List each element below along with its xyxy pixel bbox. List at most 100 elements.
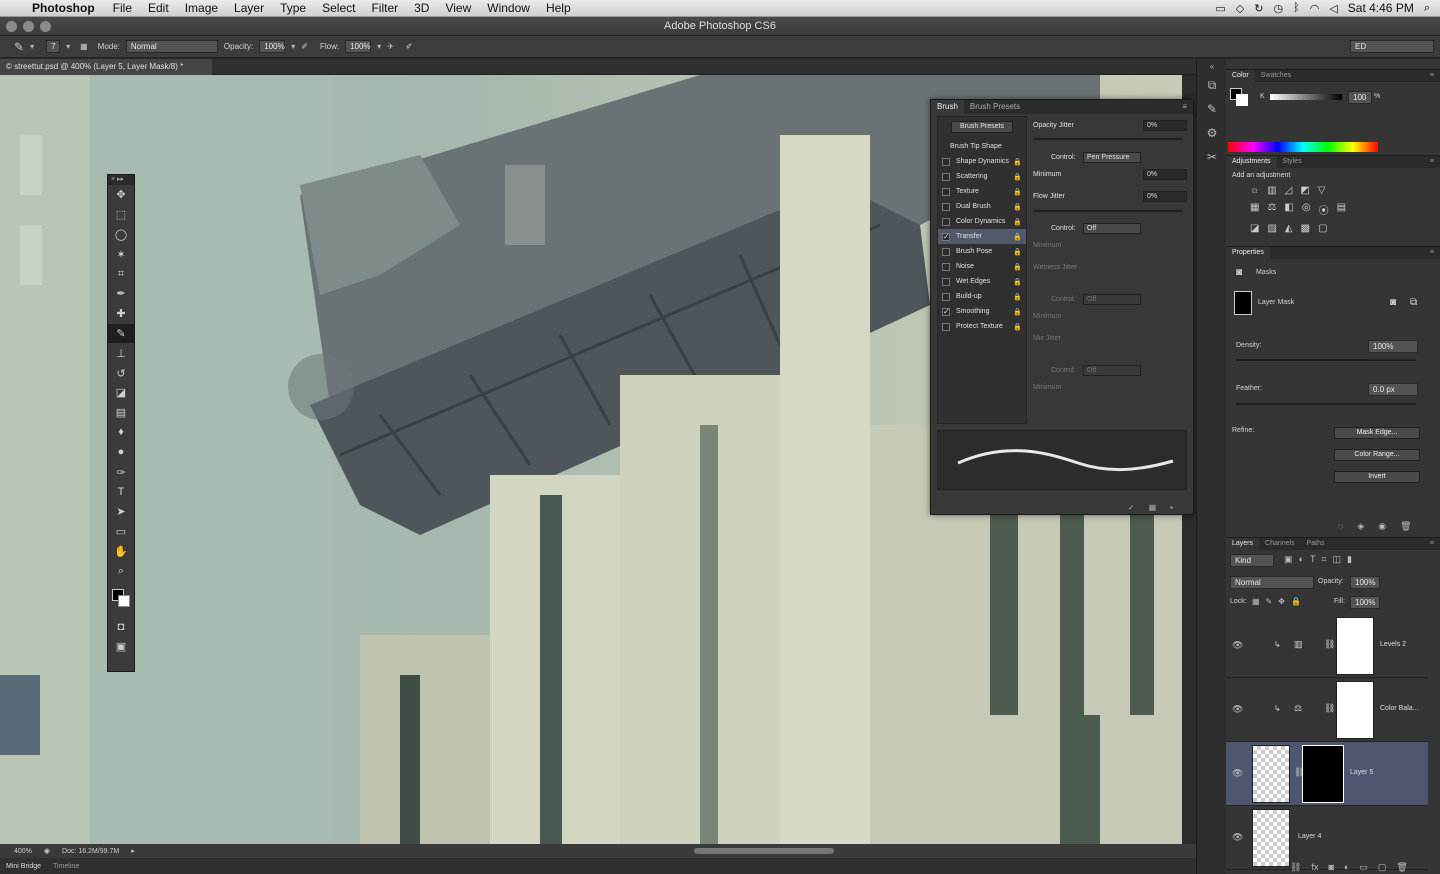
pressure-size-icon[interactable]: ✐	[406, 42, 413, 51]
pen-tool-icon[interactable]: ✑	[108, 462, 134, 482]
control-select-2[interactable]: Off	[1083, 223, 1141, 234]
delete-layer-icon[interactable]: 🗑	[1396, 862, 1407, 873]
tab-mini-bridge[interactable]: Mini Bridge	[6, 863, 41, 870]
move-tool-icon[interactable]: ✥	[108, 185, 134, 205]
blur-tool-icon[interactable]: ♦	[108, 423, 134, 443]
checkbox[interactable]: ✓	[942, 232, 950, 241]
color-range-button[interactable]: Color Range...	[1334, 449, 1420, 461]
brush-option-smoothing[interactable]: ✓ Smoothing 🔒	[938, 304, 1026, 319]
layer-name[interactable]: Layer 4	[1298, 833, 1321, 840]
checkbox[interactable]	[942, 187, 950, 196]
exposure-icon[interactable]: ◩	[1300, 185, 1309, 196]
brush-tool-icon[interactable]: ✎	[14, 40, 24, 54]
magic-wand-tool-icon[interactable]: ✶	[108, 244, 134, 264]
toggle-live-tip-icon[interactable]: ✓	[1128, 503, 1135, 512]
lock-icon[interactable]: 🔒	[1013, 218, 1022, 226]
flow-slider-arrow-icon[interactable]: ▾	[377, 42, 381, 51]
control-select-1[interactable]: Pen Pressure	[1083, 152, 1141, 163]
mask-edge-button[interactable]: Mask Edge...	[1334, 427, 1420, 439]
curves-icon[interactable]: ◿	[1285, 185, 1293, 196]
checkbox[interactable]	[942, 277, 950, 286]
flow-jitter-field[interactable]: 0%	[1143, 191, 1187, 202]
brush-panel-toggle-icon[interactable]: ▦	[80, 42, 88, 51]
menu-help[interactable]: Help	[538, 1, 579, 15]
lock-icon[interactable]: 🔒	[1013, 173, 1022, 181]
color-balance-mask-thumbnail[interactable]	[1336, 681, 1374, 739]
tools-panel-header[interactable]: × ▸▸	[108, 175, 134, 185]
threshold-icon[interactable]: ◭	[1285, 223, 1293, 234]
layer-style-icon[interactable]: fx	[1311, 862, 1318, 873]
brush-option-brush-pose[interactable]: Brush Pose 🔒	[938, 244, 1026, 259]
screen-icon[interactable]: ▭	[1215, 2, 1225, 15]
layer-row-color-balance[interactable]: 👁 ↳ ⚖ ⛓ Color Bala...	[1226, 678, 1428, 742]
horizontal-scrollbar-thumb[interactable]	[694, 848, 834, 854]
blend-mode-select[interactable]: Normal	[1230, 576, 1314, 589]
menu-image[interactable]: Image	[177, 1, 226, 15]
tab-layers[interactable]: Layers	[1226, 538, 1260, 550]
lock-icon[interactable]: 🔒	[1013, 308, 1022, 316]
lock-icon[interactable]: 🔒	[1013, 323, 1022, 331]
brush-panel-icon[interactable]: ✎	[1197, 97, 1227, 121]
invert-icon[interactable]: ◪	[1250, 223, 1259, 234]
lock-icon[interactable]: 🔒	[1013, 263, 1022, 271]
color-panel-menu-icon[interactable]: ≡	[1424, 70, 1440, 82]
levels-mask-thumbnail[interactable]	[1336, 617, 1374, 675]
feather-field[interactable]: 0.0 px	[1368, 383, 1418, 396]
sync-icon[interactable]: ↻	[1254, 2, 1263, 15]
tab-brush-presets[interactable]: Brush Presets	[964, 100, 1026, 114]
link-icon[interactable]: ⛓	[1324, 703, 1335, 714]
brush-option-noise[interactable]: Noise 🔒	[938, 259, 1026, 274]
workspace-select[interactable]: ED	[1350, 40, 1434, 53]
channel-mixer-icon[interactable]: ⦿	[1319, 202, 1329, 217]
eraser-tool-icon[interactable]: ◪	[108, 383, 134, 403]
tool-presets-icon[interactable]: ⚙	[1197, 121, 1227, 145]
mode-select[interactable]: Normal	[125, 40, 218, 53]
lock-icon[interactable]: 🔒	[1013, 293, 1022, 301]
color-spectrum-bar[interactable]	[1228, 142, 1378, 152]
brightness-contrast-icon[interactable]: ☼	[1250, 185, 1259, 196]
menu-filter[interactable]: Filter	[363, 1, 406, 15]
opacity-jitter-field[interactable]: 0%	[1143, 120, 1187, 131]
visibility-eye-icon[interactable]: 👁	[1232, 768, 1243, 779]
menu-file[interactable]: File	[105, 1, 140, 15]
gradient-tool-icon[interactable]: ▤	[108, 403, 134, 423]
lock-icon[interactable]: 🔒	[1013, 233, 1022, 241]
healing-brush-tool-icon[interactable]: ✚	[108, 304, 134, 324]
layer-name[interactable]: Levels 2	[1380, 641, 1406, 648]
brush-option-color-dynamics[interactable]: Color Dynamics 🔒	[938, 214, 1026, 229]
menu-window[interactable]: Window	[479, 1, 538, 15]
fill-field[interactable]: 100%	[1350, 596, 1380, 609]
new-brush-icon[interactable]: ▪	[1170, 503, 1173, 512]
add-mask-icon[interactable]: ◙	[1328, 862, 1333, 873]
brush-picker-arrow-icon[interactable]: ▾	[66, 42, 70, 51]
invert-button[interactable]: Invert	[1334, 471, 1420, 483]
vibrance-icon[interactable]: ▽	[1318, 185, 1326, 196]
tab-swatches[interactable]: Swatches	[1255, 70, 1297, 82]
brush-option-build-up[interactable]: Build-up 🔒	[938, 289, 1026, 304]
eyedropper-tool-icon[interactable]: ✒	[108, 284, 134, 304]
clone-stamp-tool-icon[interactable]: ⊥	[108, 343, 134, 363]
k-value-field[interactable]: 100	[1348, 91, 1372, 104]
brush-option-wet-edges[interactable]: Wet Edges 🔒	[938, 274, 1026, 289]
density-slider[interactable]	[1236, 359, 1416, 361]
checkbox[interactable]	[942, 322, 950, 331]
layer-kind-filter[interactable]: Kind	[1230, 554, 1274, 567]
type-tool-icon[interactable]: T	[108, 482, 134, 502]
lock-icon[interactable]: 🔒	[1013, 188, 1022, 196]
layer-opacity-field[interactable]: 100%	[1350, 576, 1380, 589]
brush-option-dual-brush[interactable]: Dual Brush 🔒	[938, 199, 1026, 214]
opacity-jitter-slider[interactable]	[1033, 138, 1183, 140]
quick-mask-icon[interactable]: ◘	[108, 617, 134, 637]
volume-icon[interactable]: ◁	[1329, 2, 1337, 15]
checkbox[interactable]	[942, 202, 950, 211]
new-layer-icon[interactable]: ▢	[1378, 862, 1387, 873]
tab-brush[interactable]: Brush	[931, 100, 964, 114]
brush-presets-button[interactable]: Brush Presets	[951, 121, 1013, 133]
menu-layer[interactable]: Layer	[226, 1, 272, 15]
brush-size-picker[interactable]: 7	[46, 40, 61, 53]
layer-name[interactable]: Color Bala...	[1380, 705, 1419, 712]
zoom-window-button[interactable]	[40, 21, 51, 32]
checkbox[interactable]	[942, 262, 950, 271]
pressure-opacity-icon[interactable]: ✐	[301, 42, 308, 51]
document-tab[interactable]: © streettut.psd @ 400% (Layer 5, Layer M…	[0, 59, 212, 75]
